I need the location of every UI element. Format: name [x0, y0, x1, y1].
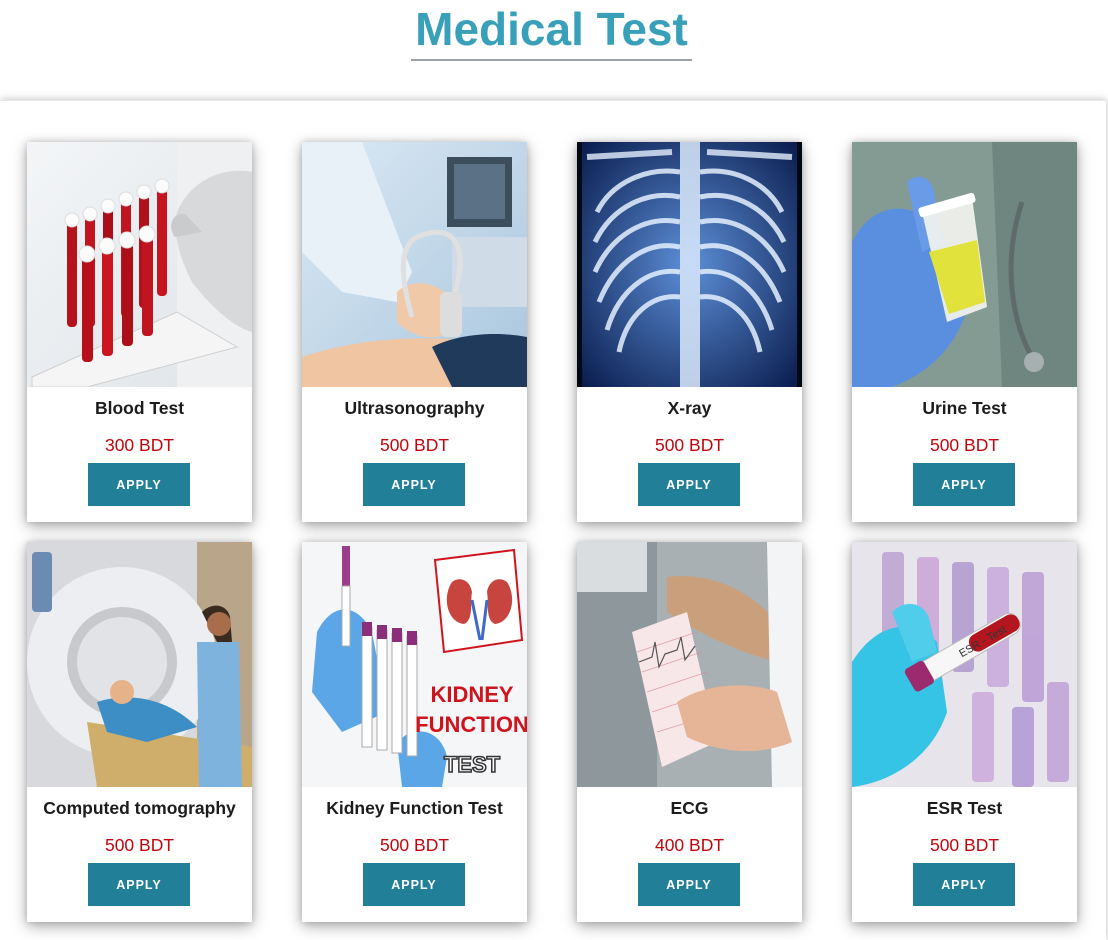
- test-name: X-ray: [667, 398, 712, 418]
- test-name: ECG: [670, 798, 709, 818]
- test-name: Kidney Function Test: [326, 798, 503, 818]
- blood-test-image: [27, 142, 252, 387]
- test-name: Computed tomography: [43, 798, 236, 818]
- title-underline: [411, 59, 692, 61]
- kidney-function-test-image: KIDNEY FUNCTION TEST: [302, 542, 527, 787]
- kidney-image-text-3: TEST: [444, 752, 501, 777]
- kidney-image-text-2: FUNCTION: [415, 712, 527, 737]
- test-card-kidney-function-test: KIDNEY FUNCTION TEST Kidney Function Tes…: [302, 542, 527, 922]
- urine-test-image: [852, 142, 1077, 387]
- test-price: 500 BDT: [654, 435, 725, 455]
- test-card-ecg: ECG 400 BDT APPLY: [577, 542, 802, 922]
- apply-button[interactable]: APPLY: [638, 463, 740, 506]
- test-price: 500 BDT: [104, 835, 175, 855]
- test-card-ultrasonography: Ultrasonography 500 BDT APPLY: [302, 142, 527, 522]
- apply-button[interactable]: APPLY: [913, 863, 1015, 906]
- test-card-urine-test: Urine Test 500 BDT APPLY: [852, 142, 1077, 522]
- test-name: Ultrasonography: [344, 398, 485, 418]
- test-price: 300 BDT: [104, 435, 175, 455]
- page-header: Medical Test: [0, 0, 1108, 100]
- computed-tomography-image: [27, 542, 252, 787]
- kidney-image-text-1: KIDNEY: [430, 682, 513, 707]
- test-price: 500 BDT: [929, 835, 1000, 855]
- test-price: 500 BDT: [929, 435, 1000, 455]
- test-price: 500 BDT: [379, 435, 450, 455]
- esr-test-image: ESR - Test: [852, 542, 1077, 787]
- ecg-image: [577, 542, 802, 787]
- test-price: 400 BDT: [654, 835, 725, 855]
- test-name: Urine Test: [922, 398, 1007, 418]
- x-ray-image: [577, 142, 802, 387]
- page-title: Medical Test: [415, 3, 688, 55]
- apply-button[interactable]: APPLY: [638, 863, 740, 906]
- test-card-blood-test: Blood Test 300 BDT APPLY: [27, 142, 252, 522]
- apply-button[interactable]: APPLY: [913, 463, 1015, 506]
- apply-button[interactable]: APPLY: [88, 463, 190, 506]
- test-card-computed-tomography: Computed tomography 500 BDT APPLY: [27, 542, 252, 922]
- test-price: 500 BDT: [379, 835, 450, 855]
- apply-button[interactable]: APPLY: [363, 863, 465, 906]
- test-name: ESR Test: [926, 798, 1003, 818]
- apply-button[interactable]: APPLY: [363, 463, 465, 506]
- tests-grid: Blood Test 300 BDT APPLY Ultrasonography…: [0, 100, 1106, 940]
- test-name: Blood Test: [94, 398, 185, 418]
- test-card-esr-test: ESR - Test ESR Test 500 BDT APPLY: [852, 542, 1077, 922]
- test-card-x-ray: X-ray 500 BDT APPLY: [577, 142, 802, 522]
- ultrasonography-image: [302, 142, 527, 387]
- apply-button[interactable]: APPLY: [88, 863, 190, 906]
